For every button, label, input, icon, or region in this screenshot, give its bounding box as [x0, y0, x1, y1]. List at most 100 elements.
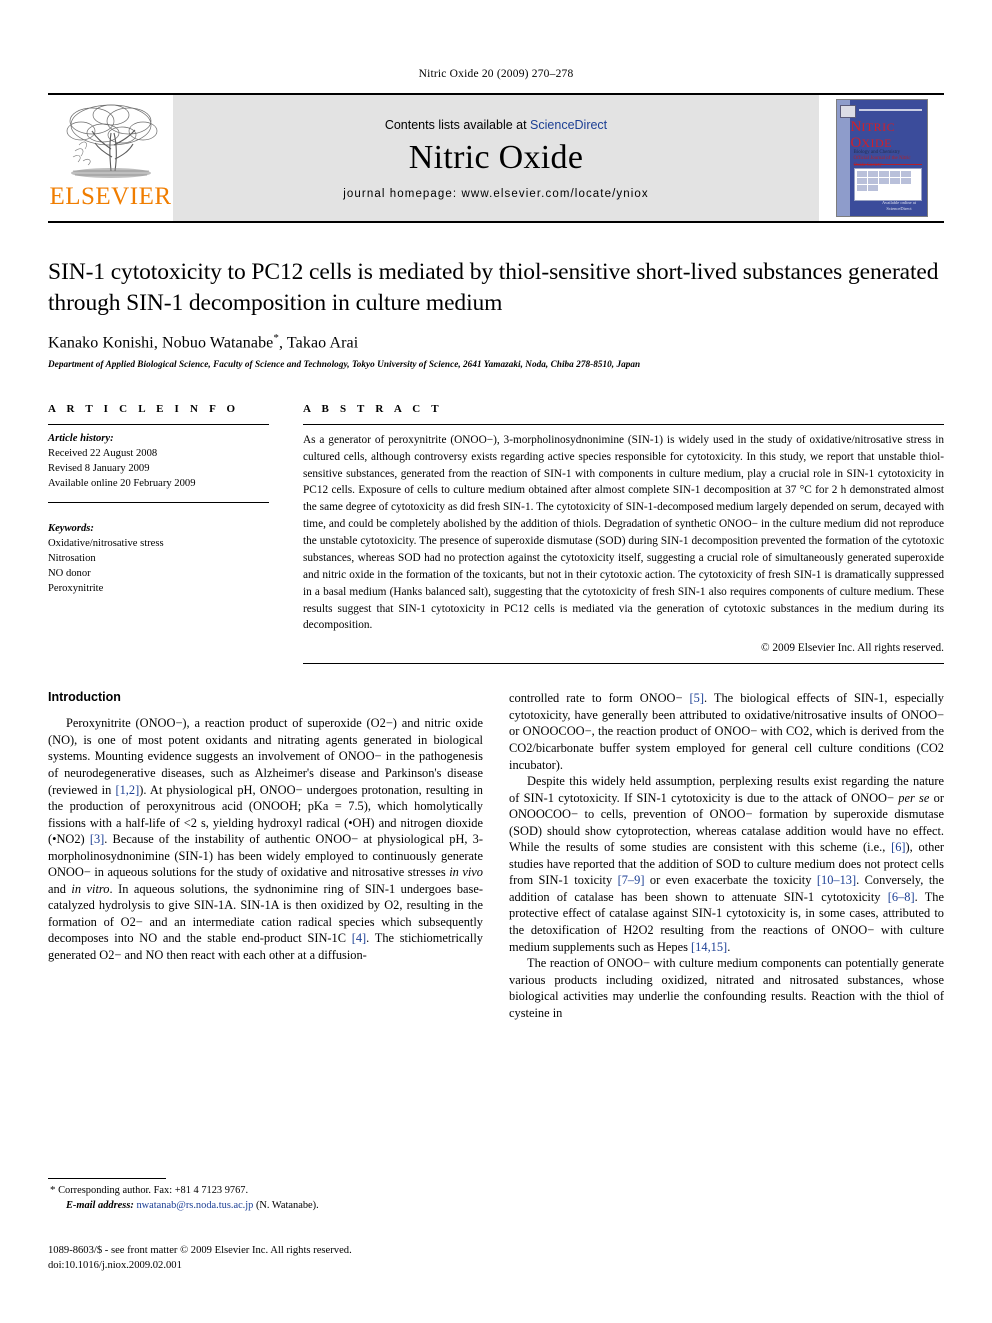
contents-prefix: Contents lists available at	[384, 118, 531, 133]
cover-subtitle: Biology and Chemistry Official Journal o…	[854, 150, 923, 169]
author-affiliation: Department of Applied Biological Science…	[48, 358, 641, 369]
cover-top-rule	[858, 109, 922, 111]
cover-figure-panel	[853, 168, 922, 201]
cover-image: NITRIC OXIDE Biology and Chemistry Offic…	[835, 99, 928, 217]
cover-title-xide: XIDE	[861, 136, 893, 150]
para-seg: Despite this widely held assumption, per…	[509, 774, 944, 805]
citation-ref[interactable]: [7–9]	[618, 873, 645, 887]
history-item: Available online 20 February 2009	[48, 477, 196, 489]
cover-figure-cell	[856, 171, 867, 177]
citation-ref[interactable]: [14,15]	[691, 940, 727, 954]
history-item: Received 22 August 2008	[48, 447, 158, 459]
para-seg: .	[727, 939, 731, 954]
abstract-column: A B S T R A C T As a generator of peroxy…	[291, 403, 944, 665]
body-column-right: controlled rate to form ONOO− [5]. The b…	[509, 690, 944, 1021]
abstract-copyright: © 2009 Elsevier Inc. All rights reserved…	[760, 642, 944, 655]
abstract-heading: A B S T R A C T	[303, 402, 443, 415]
cover-figure-cell	[856, 185, 867, 191]
latin-phrase: in vitro	[71, 881, 110, 896]
cover-figure-cell	[900, 171, 911, 177]
authors-part-2: , Takao Arai	[278, 333, 359, 351]
authors-part-1: Kanako Konishi, Nobuo Watanabe	[48, 333, 274, 351]
cover-rule	[853, 164, 922, 165]
citation-ref[interactable]: [10–13]	[817, 873, 856, 887]
citation-ref[interactable]: [6–8]	[888, 890, 915, 904]
citation-ref[interactable]: [1,2]	[115, 783, 139, 797]
intro-paragraph-1: Peroxynitrite (ONOO−), a reaction produc…	[48, 715, 483, 963]
latin-phrase: in vivo	[449, 865, 484, 880]
doi-line: doi:10.1016/j.niox.2009.02.001	[48, 1260, 182, 1272]
footnote-block: * Corresponding author. Fax: +81 4 7123 …	[48, 1178, 478, 1213]
para-seg: . Because of the instability of authenti…	[48, 832, 483, 880]
para-seg: The reaction of ONOO− with culture mediu…	[509, 956, 944, 1020]
journal-homepage-link[interactable]: journal homepage: www.elsevier.com/locat…	[343, 188, 648, 200]
para-seg: and	[48, 881, 72, 896]
article-info-heading: A R T I C L E I N F O	[48, 402, 240, 415]
title-block: SIN-1 cytotoxicity to PC12 cells is medi…	[48, 257, 944, 369]
keyword-item: Nitrosation	[48, 553, 96, 565]
email-note: E-mail address: nwatanab@rs.noda.tus.ac.…	[48, 1199, 478, 1214]
introduction-heading: Introduction	[48, 690, 121, 705]
email-address-link[interactable]: nwatanab@rs.noda.tus.ac.jp	[136, 1200, 253, 1211]
sciencedirect-link[interactable]: ScienceDirect	[530, 118, 607, 132]
journal-cover-thumbnail: NITRIC OXIDE Biology and Chemistry Offic…	[819, 95, 944, 221]
history-item: Revised 8 January 2009	[48, 462, 150, 474]
citation-ref[interactable]: [4]	[352, 931, 366, 945]
cover-title-n: N	[850, 119, 862, 135]
cover-figure-cell	[867, 185, 878, 191]
cover-figure-cell	[867, 171, 878, 177]
keywords-label: Keywords:	[48, 522, 94, 534]
keyword-item: NO donor	[48, 568, 91, 580]
journal-title: Nitric Oxide	[408, 139, 584, 177]
intro-paragraph-1-continued: controlled rate to form ONOO− [5]. The b…	[509, 690, 944, 773]
article-history-group: Article history: Received 22 August 2008…	[48, 425, 269, 491]
article-info-column: A R T I C L E I N F O Article history: R…	[48, 403, 291, 665]
page-footer: 1089-8603/$ - see front matter © 2009 El…	[48, 1243, 352, 1274]
citation-ref[interactable]: [6]	[891, 840, 905, 854]
cover-figure-cell	[900, 178, 911, 184]
article-title: SIN-1 cytotoxicity to PC12 cells is medi…	[48, 259, 939, 317]
body-column-left: Introduction Peroxynitrite (ONOO−), a re…	[48, 690, 483, 1021]
elsevier-logo: ELSEVIER	[48, 95, 173, 221]
running-head: Nitric Oxide 20 (2009) 270–278	[418, 68, 574, 80]
cover-footer-text: Available online at ScienceDirect	[882, 200, 916, 211]
email-suffix: (N. Watanabe).	[253, 1199, 319, 1211]
abstract-bottom-rule	[303, 663, 944, 665]
keywords-rule	[48, 501, 269, 503]
cover-figure-cell	[878, 171, 889, 177]
cover-figure-cell	[867, 178, 878, 184]
elsevier-tree-icon	[59, 99, 163, 183]
para-seg: controlled rate to form ONOO−	[509, 691, 690, 706]
corresponding-author-note: * Corresponding author. Fax: +81 4 7123 …	[48, 1183, 478, 1199]
elsevier-wordmark: ELSEVIER	[49, 183, 172, 210]
cover-title: NITRIC OXIDE	[851, 119, 923, 151]
info-abstract-section: A R T I C L E I N F O Article history: R…	[48, 403, 944, 665]
keywords-group: Keywords: Oxidative/nitrosative stress N…	[48, 515, 269, 596]
intro-paragraph-3: The reaction of ONOO− with culture mediu…	[509, 955, 944, 1021]
article-page: Nitric Oxide 20 (2009) 270–278 ELSEVIER …	[0, 0, 992, 1323]
cover-figure-cell	[856, 178, 867, 184]
masthead-center: Contents lists available at ScienceDirec…	[173, 95, 819, 221]
contents-available-line: Contents lists available at ScienceDirec…	[385, 118, 607, 132]
email-label: E-mail address:	[66, 1199, 134, 1211]
journal-masthead: ELSEVIER Contents lists available at Sci…	[48, 93, 944, 223]
issn-copyright-line: 1089-8603/$ - see front matter © 2009 El…	[48, 1245, 352, 1256]
para-seg: or even exacerbate the toxicity	[644, 873, 817, 888]
author-list: Kanako Konishi, Nobuo Watanabe*, Takao A…	[48, 332, 944, 352]
intro-paragraph-2: Despite this widely held assumption, per…	[509, 773, 944, 955]
citation-ref[interactable]: [3]	[90, 832, 104, 846]
body-columns: Introduction Peroxynitrite (ONOO−), a re…	[48, 690, 944, 1021]
keyword-item: Peroxynitrite	[48, 583, 104, 595]
cover-figure-cell	[889, 178, 900, 184]
cover-title-o: O	[850, 135, 862, 151]
cover-figure-cell	[889, 171, 900, 177]
article-history-label: Article history:	[48, 432, 114, 444]
corresponding-author-text: Corresponding author. Fax: +81 4 7123 97…	[55, 1185, 249, 1196]
cover-society-line: Official Journal of the Nitric Oxide Soc…	[853, 156, 911, 168]
cover-figure-cell	[878, 178, 889, 184]
cover-title-itric: ITRIC	[861, 120, 896, 134]
citation-ref[interactable]: [5]	[690, 691, 704, 705]
latin-phrase: per se	[898, 790, 930, 805]
abstract-text: As a generator of peroxynitrite (ONOO−),…	[303, 433, 944, 632]
